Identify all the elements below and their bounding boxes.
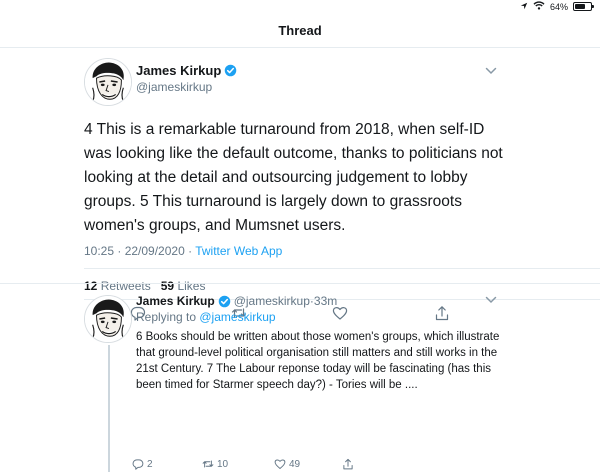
retweet-icon — [202, 460, 214, 468]
avatar-caricature — [85, 59, 131, 105]
thread-line — [108, 345, 110, 472]
likes-stat[interactable]: 59 Likes — [161, 279, 206, 293]
retweet-count: 10 — [217, 458, 229, 470]
page-title: Thread — [278, 23, 322, 38]
like-icon — [274, 459, 286, 469]
share-icon — [343, 458, 353, 470]
tweet-stats: 12 Retweets 59 Likes — [84, 279, 205, 293]
author-name-text: James Kirkup — [136, 63, 222, 78]
replying-mention-link[interactable]: @jameskirkup — [199, 310, 275, 324]
avatar-caricature — [85, 296, 131, 342]
reply-count: 2 — [147, 458, 153, 470]
likes-label: Likes — [177, 279, 206, 293]
status-bar: 64% — [0, 0, 600, 14]
tweet-meta: 10:25 · 22/09/2020 · Twitter Web App — [84, 244, 282, 258]
chevron-down-icon[interactable] — [485, 67, 497, 75]
reply-like-button[interactable]: 49 — [274, 458, 300, 470]
avatar[interactable] — [84, 295, 132, 343]
battery-percent: 64% — [549, 1, 568, 12]
reply-share-button[interactable] — [342, 458, 354, 470]
replying-to: Replying to @jameskirkup — [136, 310, 276, 324]
tweet-timestamp: 10:25 · 22/09/2020 · — [84, 244, 196, 258]
battery-level — [575, 4, 585, 9]
tweet-source-link[interactable]: Twitter Web App — [195, 244, 282, 258]
reply-text: 6 Books should be written about those wo… — [136, 331, 500, 391]
nav-bar: Thread — [0, 14, 600, 48]
verified-icon — [225, 64, 237, 77]
divider — [0, 283, 600, 284]
status-indicators: 64% — [520, 1, 594, 12]
reply-handle-time: @jameskirkup·33m — [233, 294, 338, 308]
verified-icon — [218, 295, 230, 307]
reply-reply-button[interactable]: 2 — [132, 458, 153, 470]
battery-icon — [573, 2, 594, 11]
share-icon — [435, 306, 449, 321]
retweets-label: Retweets — [100, 279, 151, 293]
reply-author-name[interactable]: James Kirkup — [136, 294, 215, 308]
reply-header: James Kirkup @jameskirkup·33m — [136, 294, 337, 308]
replying-prefix: Replying to — [136, 310, 200, 324]
likes-count: 59 — [160, 279, 175, 293]
divider — [84, 268, 600, 269]
author-name[interactable]: James Kirkup — [136, 63, 237, 78]
retweets-stat[interactable]: 12 Retweets — [84, 279, 151, 293]
tweet-text: 4 This is a remarkable turnaround from 2… — [84, 121, 503, 234]
avatar[interactable] — [84, 58, 132, 106]
like-count: 49 — [289, 458, 301, 470]
reply-retweet-button[interactable]: 10 — [202, 458, 228, 470]
reply-icon — [132, 459, 144, 470]
wifi-icon — [533, 1, 545, 12]
chevron-down-icon[interactable] — [485, 296, 497, 304]
share-button[interactable] — [434, 305, 450, 321]
reply-actions: 2 10 49 — [132, 458, 496, 472]
retweets-count: 12 — [84, 279, 98, 293]
location-icon — [520, 2, 528, 12]
author-handle[interactable]: @jameskirkup — [136, 80, 212, 94]
